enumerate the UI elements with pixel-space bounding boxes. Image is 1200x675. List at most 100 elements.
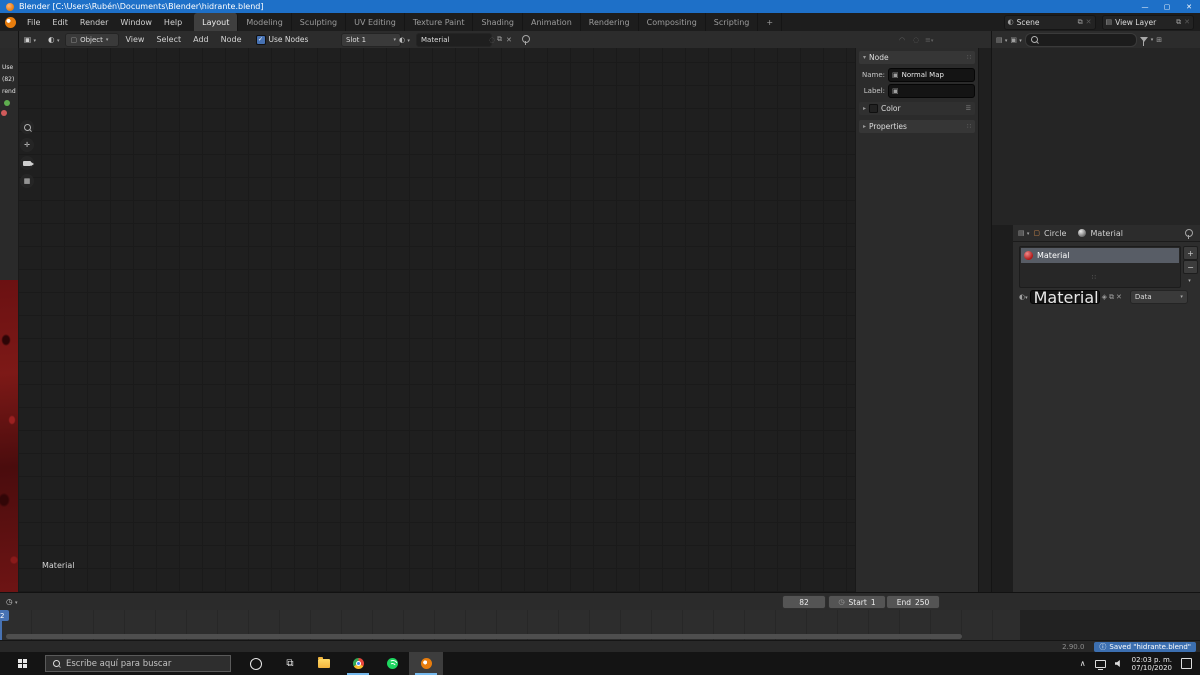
material-name-input[interactable]: Material — [1029, 288, 1100, 307]
new-material-icon[interactable]: ⧉ — [497, 35, 502, 44]
slot-dropdown[interactable]: Slot 1 ▾ — [341, 32, 401, 47]
color-panel-header[interactable]: ▸ Color ☰ — [859, 102, 975, 115]
menu-edit[interactable]: Edit — [46, 13, 74, 31]
material-browse-icon[interactable]: ◐ ▾ — [399, 36, 410, 44]
scene-selector[interactable]: ◐ Scene ⧉ ✕ — [1003, 14, 1096, 30]
action-center-icon[interactable] — [1181, 658, 1192, 669]
outliner-display-mode-icon[interactable]: ▤ ▾ — [996, 36, 1007, 44]
menu-window[interactable]: Window — [114, 13, 158, 31]
fake-user-icon[interactable]: ◌ — [489, 36, 495, 44]
remove-view-layer-icon[interactable]: ✕ — [1184, 18, 1190, 26]
browse-material-icon[interactable]: ◐▾ — [1019, 293, 1028, 301]
workspace-tab-sculpting[interactable]: Sculpting — [292, 13, 347, 31]
workspace-tab-shading[interactable]: Shading — [473, 13, 523, 31]
blender-menu-icon[interactable] — [5, 16, 16, 28]
unlink-icon[interactable]: ✕ — [1116, 293, 1122, 301]
properties-panel-header[interactable]: ▸ Properties ∷ — [859, 120, 975, 133]
tray-expand-icon[interactable]: ∧ — [1080, 659, 1086, 668]
breadcrumb-object[interactable]: Circle — [1044, 229, 1066, 238]
shader-type-icon[interactable]: ◐ ▾ — [42, 35, 65, 44]
node-label-field[interactable]: ▣ — [888, 83, 975, 98]
use-nodes-checkbox[interactable]: ✓ — [255, 34, 266, 45]
shader-menu-view[interactable]: View — [119, 31, 150, 49]
timeline-editor[interactable]: ◷ ▾ 82 ◷Start1 End250 82 — [0, 592, 1200, 641]
properties-editor[interactable]: ▤ ▾ ▢ Circle Material Material ∷ + − ▾ ◐… — [991, 225, 1200, 592]
frame-end-field[interactable]: End 250 — [886, 595, 940, 609]
workspace-tab-scripting[interactable]: Scripting — [706, 13, 759, 31]
move-view-gizmo[interactable]: ✛ — [20, 138, 34, 152]
new-collection-icon[interactable]: ⊞ — [1156, 36, 1162, 44]
material-name-field[interactable]: Material — [416, 32, 492, 47]
shader-menu-node[interactable]: Node — [215, 31, 248, 49]
workspace-tab-compositing[interactable]: Compositing — [639, 13, 706, 31]
node-panel-header[interactable]: ▾ Node ∷ — [859, 51, 975, 64]
node-name-field[interactable]: ▣ Normal Map — [888, 67, 975, 82]
maximize-button[interactable]: ▢ — [1156, 0, 1178, 13]
task-view-button[interactable]: ⧉ — [273, 652, 307, 675]
outliner-search-input[interactable] — [1024, 32, 1137, 47]
filter-funnel-icon[interactable] — [1139, 37, 1148, 46]
start-button[interactable] — [0, 652, 45, 675]
shader-mode-dropdown[interactable]: ▢ Object ▾ — [65, 32, 120, 47]
timeline-ruler[interactable]: 82 — [0, 610, 1020, 641]
outliner[interactable] — [991, 48, 1200, 226]
unlink-scene-icon[interactable]: ✕ — [1086, 18, 1092, 26]
zoom-gizmo[interactable] — [20, 120, 34, 134]
workspace-tab-uv-editing[interactable]: UV Editing — [346, 13, 405, 31]
color-checkbox[interactable] — [869, 104, 879, 113]
current-frame-field[interactable]: 82 — [782, 595, 826, 609]
taskbar-clock[interactable]: 02:03 p. m. 07/10/2020 — [1132, 656, 1172, 672]
minimize-button[interactable]: — — [1134, 0, 1156, 13]
shield-icon[interactable]: ◈ — [1102, 293, 1107, 301]
material-slot-selected[interactable]: Material — [1021, 248, 1179, 263]
workspace-tab-rendering[interactable]: Rendering — [581, 13, 639, 31]
close-button[interactable]: ✕ — [1178, 0, 1200, 13]
cortana-button[interactable] — [239, 652, 273, 675]
network-icon[interactable] — [1094, 659, 1106, 670]
remove-slot-button[interactable]: − — [1183, 260, 1198, 274]
properties-editor-type-icon[interactable]: ▤ ▾ — [1018, 229, 1029, 237]
new-view-layer-icon[interactable]: ⧉ — [1176, 18, 1181, 27]
timeline-scrollbar[interactable] — [6, 634, 962, 639]
link-mode-dropdown[interactable]: Data ▾ — [1129, 290, 1188, 304]
filter-chevron-icon[interactable]: ▾ — [1151, 37, 1154, 43]
timeline-editor-type-icon[interactable]: ◷ ▾ — [0, 597, 23, 606]
frame-start-field[interactable]: ◷ Start 1 — [828, 595, 886, 609]
pin-icon[interactable] — [522, 35, 530, 45]
editor-type-icon[interactable]: ▣ ▾ — [19, 35, 42, 44]
toggle-projection-gizmo[interactable]: ▦ — [20, 174, 34, 188]
menu-render[interactable]: Render — [74, 13, 114, 31]
menu-file[interactable]: File — [21, 13, 46, 31]
overlays-icon[interactable]: ◌ — [913, 36, 919, 44]
taskbar-search-input[interactable]: Escribe aquí para buscar — [45, 655, 231, 672]
outliner-filter-dropdown-icon[interactable]: ▣ ▾ — [1010, 36, 1021, 44]
workspace-tab-layout[interactable]: Layout — [194, 13, 239, 31]
shader-menu-select[interactable]: Select — [150, 31, 187, 49]
menu-help[interactable]: Help — [158, 13, 188, 31]
unlink-material-icon[interactable]: ✕ — [506, 36, 512, 44]
shader-node-editor[interactable]: Material ▾ Node ∷ Name: ▣ Normal Map Label:… — [18, 48, 991, 592]
viewport-sliver[interactable]: Use (82) rend — [0, 48, 18, 592]
workspace-tab-animation[interactable]: Animation — [523, 13, 581, 31]
workspace-tab-blank[interactable]: + — [758, 13, 783, 31]
slot-specials-button[interactable]: ▾ — [1183, 275, 1196, 287]
properties-pin-icon[interactable] — [1185, 229, 1193, 239]
file-explorer-button[interactable] — [307, 652, 341, 675]
view-layer-selector[interactable]: ▤ View Layer ⧉ ✕ — [1101, 14, 1194, 30]
editor-options-icon[interactable]: ≡▾ — [925, 36, 933, 44]
volume-icon[interactable] — [1114, 660, 1120, 667]
blender-taskbar-button[interactable] — [409, 652, 443, 675]
chrome-button[interactable] — [341, 652, 375, 675]
workspace-tab-texture-paint[interactable]: Texture Paint — [405, 13, 474, 31]
camera-view-gizmo[interactable] — [20, 156, 34, 170]
copy-material-icon[interactable]: ⧉ — [1109, 293, 1114, 302]
add-slot-button[interactable]: + — [1183, 246, 1198, 260]
snapping-icon[interactable]: ◠ — [899, 36, 905, 44]
editor-headers: ▣ ▾ ◐ ▾ ▢ Object ▾ View Select Add Node ✓ Use… — [0, 31, 1200, 49]
spotify-button[interactable] — [375, 652, 409, 675]
new-scene-icon[interactable]: ⧉ — [1078, 18, 1083, 27]
breadcrumb-material[interactable]: Material — [1090, 229, 1123, 238]
shader-menu-add[interactable]: Add — [187, 31, 215, 49]
workspace-tab-modeling[interactable]: Modeling — [238, 13, 292, 31]
material-slot-list[interactable]: Material ∷ — [1019, 246, 1181, 288]
